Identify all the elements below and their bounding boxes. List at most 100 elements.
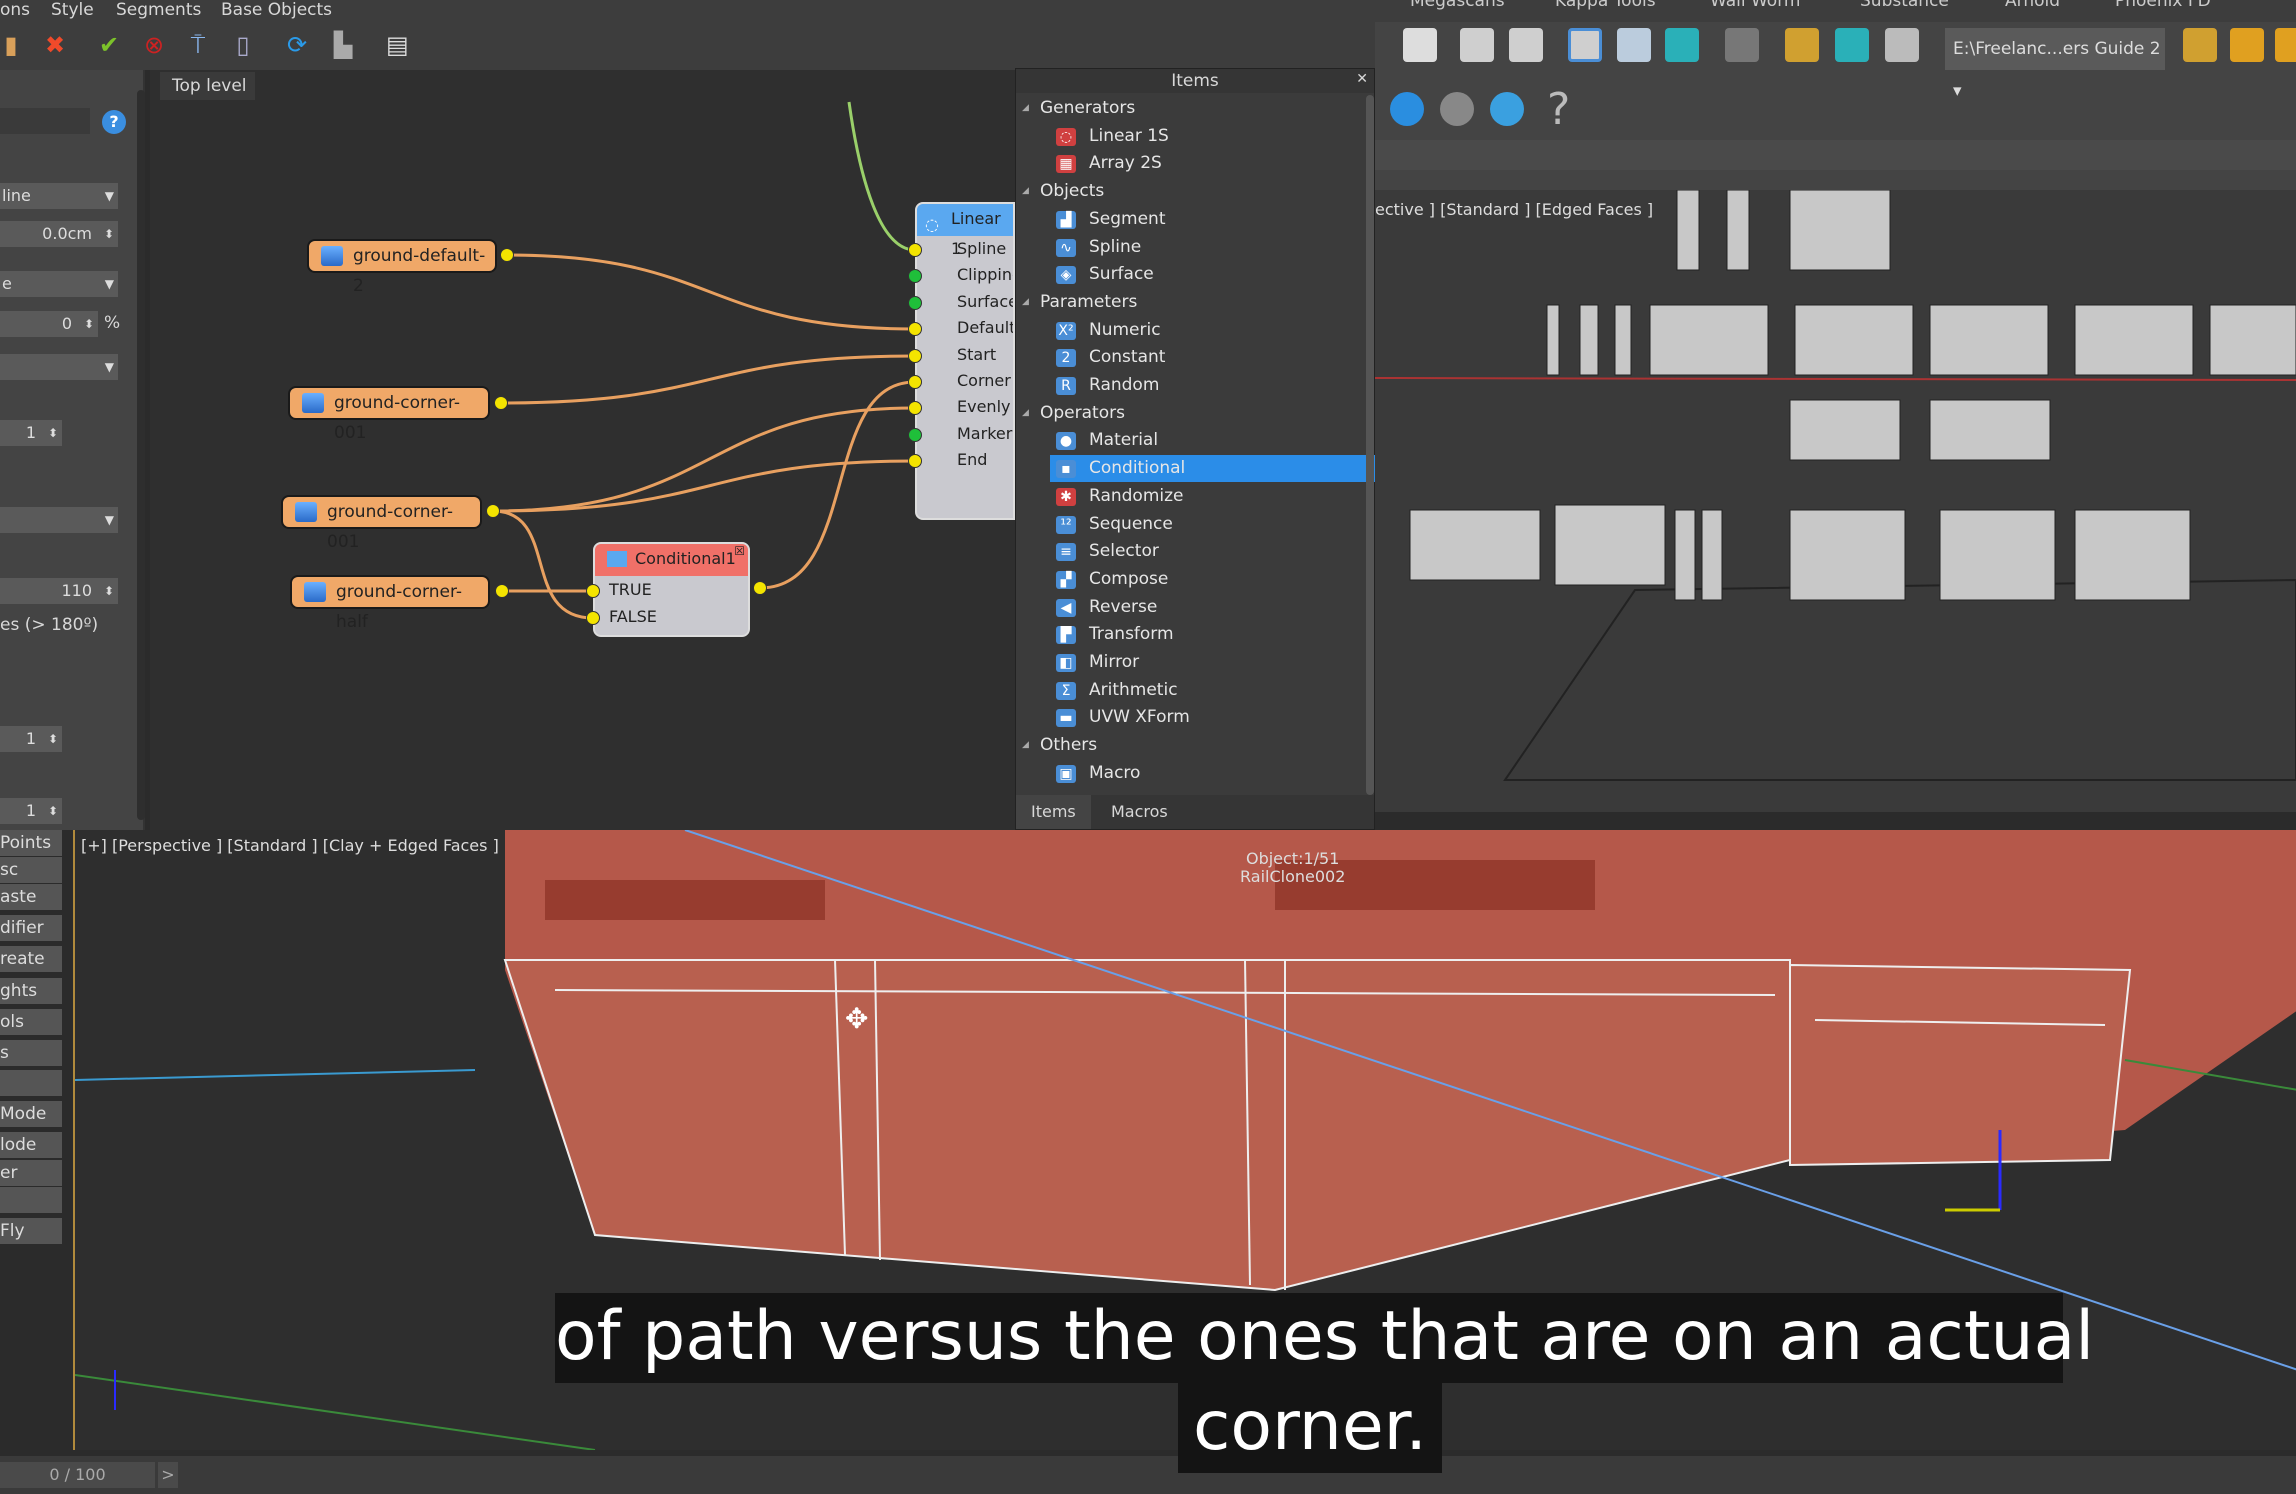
segment-node-ground-default-2[interactable]: ground-default-2 (307, 239, 497, 296)
command-button[interactable]: Fly (0, 1218, 62, 1244)
project-icon[interactable] (2275, 28, 2296, 62)
project-folder-icon[interactable] (2230, 28, 2264, 62)
render-frame-icon[interactable] (1835, 28, 1869, 62)
category-objects[interactable]: Objects (1016, 178, 1366, 205)
items-scrollbar[interactable] (1366, 95, 1374, 795)
item-spline[interactable]: ∿ Spline (1016, 234, 1366, 261)
item-constant[interactable]: 2 Constant (1016, 344, 1366, 371)
layers-icon[interactable] (1403, 28, 1437, 62)
material-icon: ● (1056, 432, 1076, 451)
input-port-true[interactable] (586, 584, 600, 598)
conditional-output-port[interactable] (753, 581, 767, 595)
output-port[interactable] (500, 248, 514, 262)
command-button[interactable]: ghts (0, 978, 62, 1004)
item-compose[interactable]: ▞ Compose (1016, 566, 1366, 593)
linear-node[interactable]: ◌ Linear 1 SplineClippingSurfaceDefaultS… (915, 202, 1015, 520)
next-frame-button[interactable]: > (158, 1462, 178, 1488)
close-icon[interactable]: ✕ (1356, 71, 1368, 87)
command-button[interactable]: lode (0, 1132, 62, 1158)
command-button[interactable]: ols (0, 1009, 62, 1035)
item-macro[interactable]: ▣ Macro (1016, 760, 1366, 787)
time-slider[interactable]: 0 / 100 (0, 1462, 155, 1488)
input-port-false[interactable] (586, 611, 600, 625)
schematic-icon[interactable] (1665, 28, 1699, 62)
conditional-node[interactable]: Conditional1 ☒ TRUE FALSE (593, 542, 750, 637)
tab-items[interactable]: Items (1016, 795, 1091, 829)
mirror-icon: ◧ (1056, 654, 1076, 672)
item-selector[interactable]: ≡ Selector (1016, 538, 1366, 565)
output-port[interactable] (486, 504, 500, 518)
move-cursor-icon: ✥ (845, 1002, 869, 1035)
main-toolbar: E:\Freelanc...ers Guide 2 ▾ ? (1375, 22, 2296, 190)
material-editor-icon[interactable] (1725, 28, 1759, 62)
command-button[interactable] (0, 1187, 62, 1213)
object-name: RailClone002 (1240, 867, 1346, 886)
items-panel: Items ✕ Generators◌Linear 1S▦Array 2SObj… (1015, 68, 1380, 830)
phoenix-fire-icon[interactable] (1390, 92, 1424, 126)
viewport-top[interactable]: ective ] [Standard ] [Edged Faces ] (1375, 190, 2296, 812)
command-button[interactable]: reate (0, 946, 62, 972)
wire-spline (847, 101, 916, 252)
item-transform[interactable]: ▛ Transform (1016, 621, 1366, 648)
curve-editor-icon[interactable] (1617, 28, 1651, 62)
item-segment[interactable]: ▟ Segment (1016, 206, 1366, 233)
segment-node-ground-corner-half[interactable]: ground-corner-half (290, 575, 490, 632)
command-button[interactable]: difier (0, 915, 62, 941)
command-button[interactable]: Points (0, 830, 62, 856)
help-icon[interactable]: ? (1547, 84, 1570, 135)
item-random[interactable]: R Random (1016, 372, 1366, 399)
item-numeric[interactable]: X² Numeric (1016, 317, 1366, 344)
segment-node-ground-corner-001-b[interactable]: ground-corner-001 (281, 495, 482, 552)
wire-default (506, 253, 916, 331)
command-button[interactable]: Mode (0, 1101, 62, 1127)
object-count: Object:1/51 (1245, 849, 1340, 868)
object-stats: Object:1/51 RailClone002 (1240, 850, 1345, 886)
linear-icon: ◌ (925, 215, 939, 234)
item-conditional[interactable]: ▪ Conditional (1050, 455, 1380, 483)
command-button[interactable]: er (0, 1160, 62, 1186)
project-path-dropdown[interactable]: E:\Freelanc...ers Guide 2 ▾ (1945, 28, 2165, 101)
wire-false (492, 509, 594, 620)
numeric-icon: X² (1056, 321, 1076, 340)
command-button[interactable]: sc (0, 857, 62, 883)
phoenix-ocean-icon[interactable] (1490, 92, 1524, 126)
category-operators[interactable]: Operators (1016, 400, 1366, 427)
command-button[interactable]: s (0, 1040, 62, 1066)
command-button[interactable]: aste (0, 884, 62, 910)
tab-macros[interactable]: Macros (1096, 795, 1183, 829)
input-port-surface[interactable] (908, 295, 922, 310)
category-parameters[interactable]: Parameters (1016, 289, 1366, 316)
input-port-start[interactable] (908, 348, 922, 363)
input-port-spline[interactable] (908, 243, 922, 257)
command-button[interactable] (0, 1070, 62, 1096)
close-icon[interactable]: ☒ (734, 544, 745, 558)
item-uvw-xform[interactable]: ▬ UVW XForm (1016, 704, 1366, 731)
item-arithmetic[interactable]: Σ Arithmetic (1016, 677, 1366, 704)
scene-explorer-icon[interactable] (1460, 28, 1494, 62)
input-port-marker[interactable] (908, 427, 922, 442)
project-settings-icon[interactable] (2183, 28, 2217, 62)
output-port[interactable] (495, 584, 509, 598)
layer-explorer-icon[interactable] (1509, 28, 1543, 62)
item-mirror[interactable]: ◧ Mirror (1016, 649, 1366, 676)
ribbon-icon[interactable] (1568, 28, 1602, 62)
viewport-label[interactable]: [+] [Perspective ] [Standard ] [Clay + E… (81, 836, 499, 855)
timeline: 0 / 100 > (0, 1456, 2296, 1494)
category-others[interactable]: Others (1016, 732, 1366, 759)
output-port[interactable] (494, 396, 508, 410)
input-port-corner[interactable] (908, 375, 922, 389)
subtitle-line-1: of path versus the ones that are on an a… (555, 1293, 2094, 1383)
item-surface[interactable]: ◈ Surface (1016, 261, 1366, 288)
item-sequence[interactable]: ¹² Sequence (1016, 511, 1366, 538)
item-randomize[interactable]: ✱ Randomize (1016, 483, 1366, 510)
phoenix-liquid-icon[interactable] (1440, 92, 1474, 126)
reverse-icon: ◀ (1056, 598, 1076, 617)
item-array-2s[interactable]: ▦ Array 2S (1016, 150, 1366, 177)
segment-node-ground-corner-001[interactable]: ground-corner-001 (288, 386, 490, 443)
category-generators[interactable]: Generators (1016, 95, 1366, 122)
render-icon[interactable] (1885, 28, 1919, 62)
item-linear-1s[interactable]: ◌ Linear 1S (1016, 123, 1366, 150)
item-reverse[interactable]: ◀ Reverse (1016, 594, 1366, 621)
item-material[interactable]: ● Material (1016, 427, 1366, 454)
render-setup-icon[interactable] (1785, 28, 1819, 62)
